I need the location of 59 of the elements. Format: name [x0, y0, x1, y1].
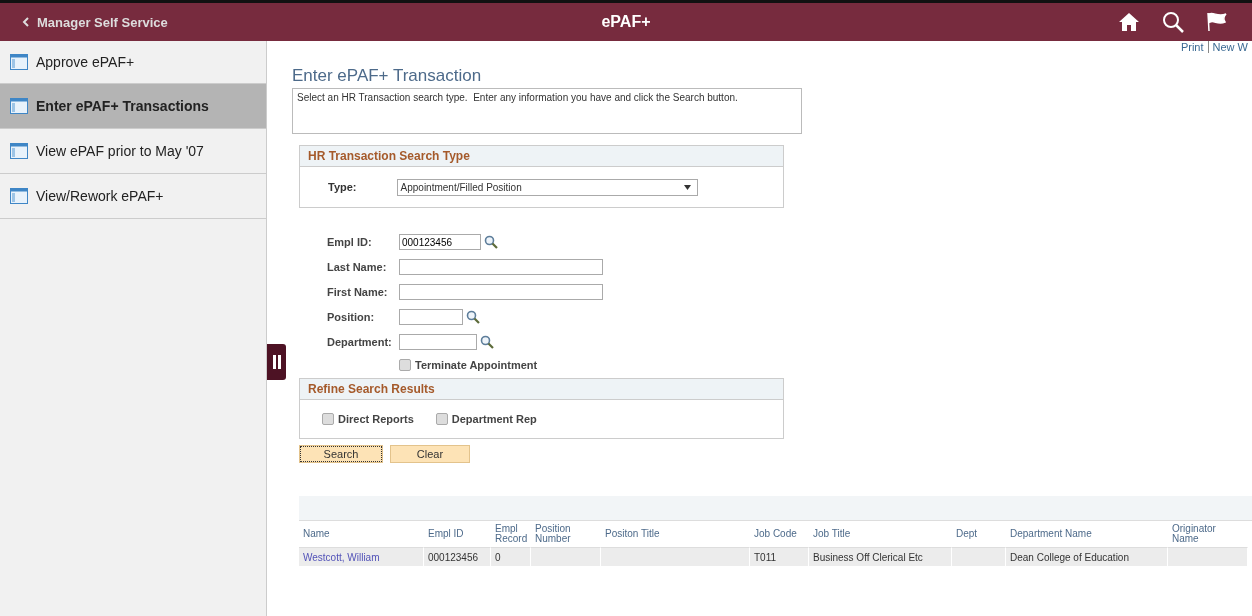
table-cell [531, 547, 601, 566]
page-icon [10, 143, 28, 159]
column-header: Dept [955, 527, 979, 541]
column-header: Name [302, 527, 331, 541]
sidebar-item[interactable]: Enter ePAF+ Transactions [0, 84, 266, 129]
field-label: First Name: [327, 286, 389, 298]
type-dropdown[interactable]: Appointment/Filled Position [396, 178, 698, 196]
instructions-box: Select an HR Transaction search type. Enter any information you have and click the Search button. [292, 88, 802, 134]
column-header: Empl ID [427, 527, 465, 541]
input-field[interactable] [399, 284, 603, 300]
flag-icon[interactable] [1206, 12, 1228, 32]
input-field[interactable] [399, 259, 603, 275]
collapse-handle[interactable] [267, 344, 286, 380]
clear-button[interactable]: Clear [390, 445, 470, 463]
column-header: Empl Record [494, 522, 529, 546]
new-window-link[interactable]: New W [1212, 41, 1248, 53]
sidebar-item[interactable]: View/Rework ePAF+ [0, 174, 266, 219]
input-field[interactable] [399, 334, 477, 350]
table-cell: Business Off Clerical Etc [809, 547, 952, 566]
terminate-checkbox[interactable]: Terminate Appointment [399, 359, 1252, 371]
field-label: Last Name: [327, 261, 388, 273]
panel-header: Refine Search Results [300, 379, 783, 400]
type-label: Type: [328, 181, 357, 193]
search-icon[interactable] [480, 335, 494, 349]
field-label: Department: [327, 336, 393, 348]
page-icon [10, 98, 28, 114]
column-header: Positon Title [604, 527, 661, 541]
table-cell: T011 [750, 547, 809, 566]
column-header: Job Code [753, 527, 798, 541]
print-link[interactable]: Print [1180, 41, 1204, 53]
back-button[interactable]: Manager Self Service [0, 13, 174, 31]
panel-header: HR Transaction Search Type [300, 146, 783, 167]
table-cell: Dean College of Education [1006, 547, 1168, 566]
name-link[interactable]: Westcott, William [299, 547, 424, 566]
back-chevron-icon [22, 17, 29, 27]
page-icon [10, 188, 28, 204]
column-header: Position Number [534, 522, 572, 546]
table-cell [952, 547, 1006, 566]
column-header: Department Name [1009, 527, 1093, 541]
column-header: Originator Name [1171, 522, 1217, 546]
search-icon[interactable] [1162, 11, 1184, 33]
input-field[interactable] [399, 309, 463, 325]
search-icon[interactable] [484, 235, 498, 249]
home-icon[interactable] [1118, 12, 1140, 32]
sidebar-item[interactable]: View ePAF prior to May '07 [0, 129, 266, 174]
input-field[interactable]: 000123456 [399, 234, 481, 250]
page-header-title: ePAF+ [601, 13, 651, 30]
page-icon [10, 54, 28, 70]
search-button[interactable]: Search [299, 445, 383, 463]
dropdown-arrow-icon [683, 184, 691, 190]
option-checkbox[interactable]: Direct Reports [322, 413, 414, 425]
field-label: Position: [327, 311, 376, 323]
table-cell: 000123456 [424, 547, 491, 566]
page-title: Enter ePAF+ Transaction [292, 66, 483, 86]
column-header: Job Title [812, 527, 852, 541]
table-cell: 0 [491, 547, 531, 566]
option-checkbox[interactable]: Department Rep [435, 413, 537, 425]
search-icon[interactable] [466, 310, 480, 324]
field-label: Empl ID: [327, 236, 373, 248]
